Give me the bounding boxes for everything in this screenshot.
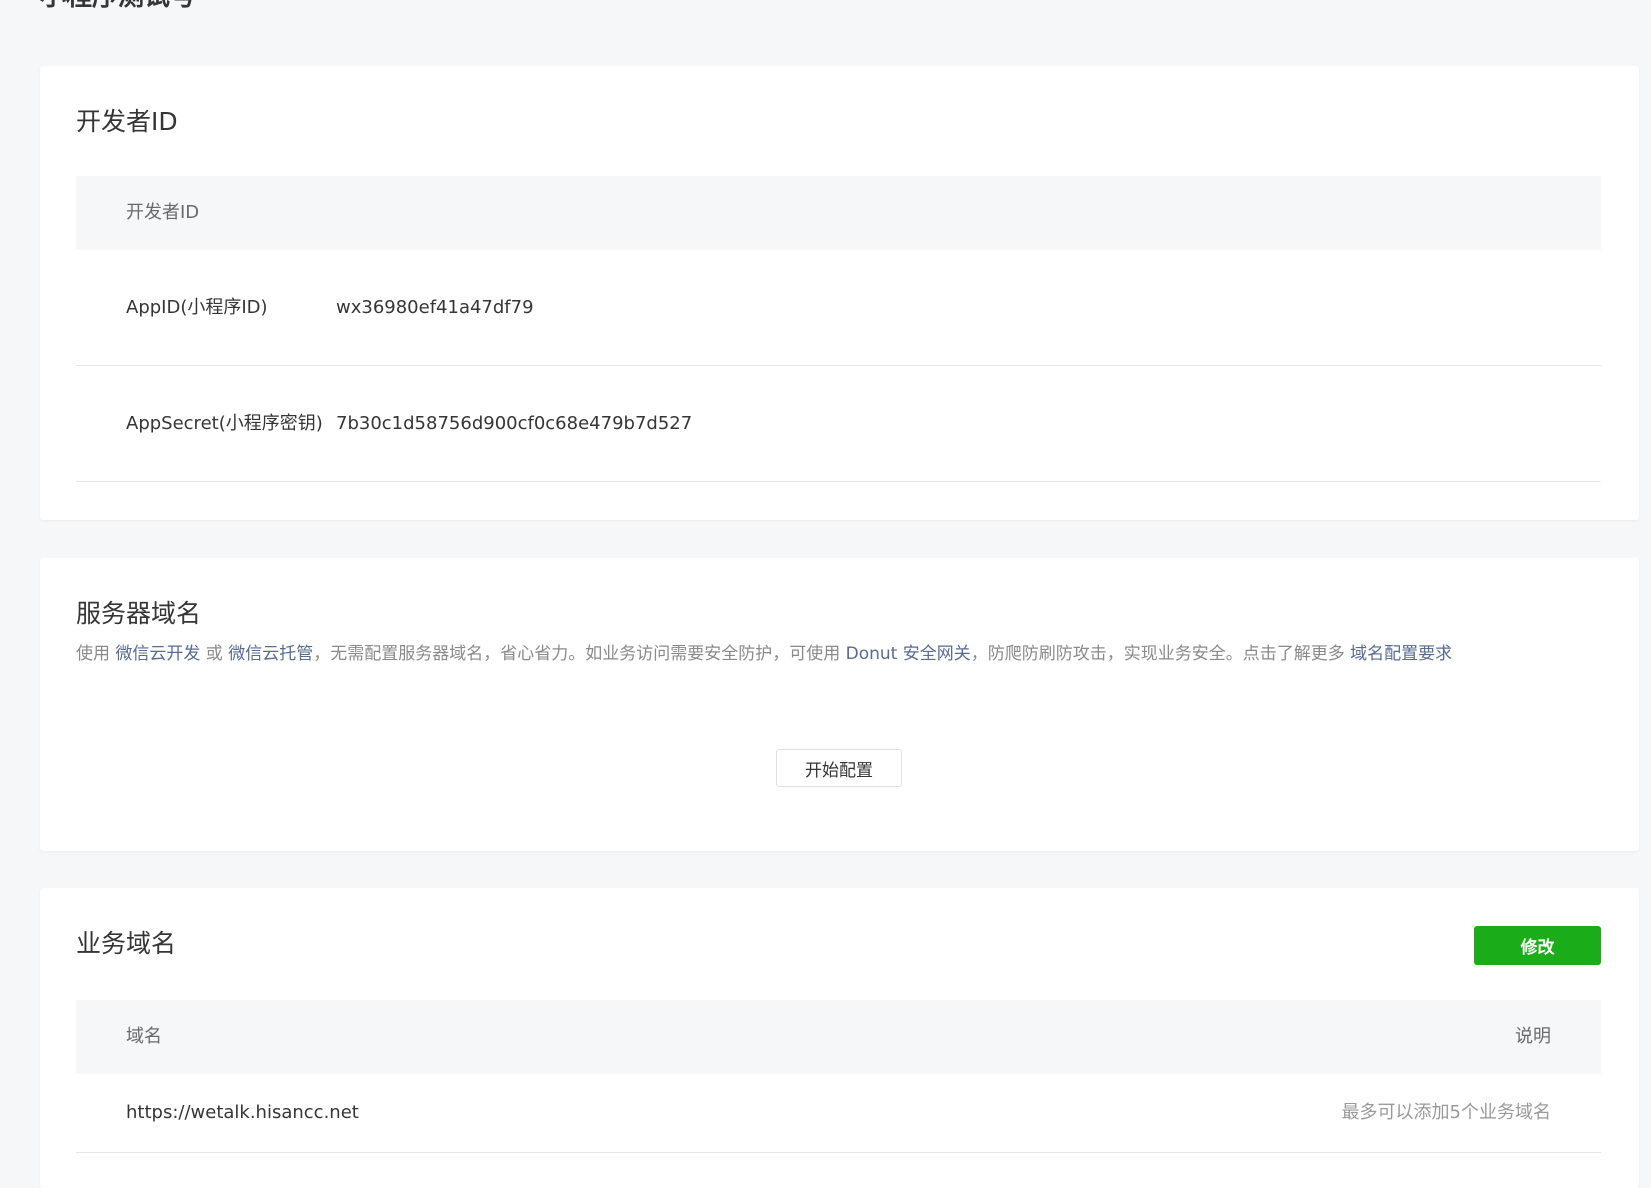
table-header: 开发者ID — [76, 176, 1601, 250]
business-domain-table: 域名 说明 https://wetalk.hisancc.net 最多可以添加5… — [76, 1000, 1601, 1153]
modify-button[interactable]: 修改 — [1474, 926, 1601, 965]
link-weixin-cloud-dev[interactable]: 微信云开发 — [115, 644, 200, 664]
domain-value: https://wetalk.hisancc.net — [126, 1102, 359, 1123]
link-donut-gateway[interactable]: Donut 安全网关 — [846, 644, 971, 664]
desc-or: 或 — [200, 644, 229, 664]
domain-note: 最多可以添加5个业务域名 — [1341, 1102, 1551, 1123]
desc-prefix: 使用 — [76, 644, 116, 664]
developer-id-table: 开发者ID AppID(小程序ID) wx36980ef41a47df79 Ap… — [76, 176, 1601, 482]
appid-label: AppID(小程序ID) — [126, 297, 268, 318]
desc-tail: ，防爬防刷防攻击，实现业务安全。点击了解更多 — [970, 644, 1351, 664]
table-header: 域名 说明 — [76, 1000, 1601, 1074]
column-header-domain: 域名 — [126, 1026, 162, 1047]
business-domain-title: 业务域名 — [76, 929, 177, 958]
server-domain-description: 使用 微信云开发 或 微信云托管，无需配置服务器域名，省心省力。如业务访问需要安… — [76, 642, 1452, 666]
link-domain-requirements[interactable]: 域名配置要求 — [1350, 644, 1452, 664]
table-header-label: 开发者ID — [126, 202, 200, 223]
link-weixin-cloud-host[interactable]: 微信云托管 — [228, 644, 313, 664]
column-header-note: 说明 — [1515, 1026, 1551, 1047]
table-row: https://wetalk.hisancc.net 最多可以添加5个业务域名 — [76, 1074, 1601, 1153]
page-title: 小程序测试号 — [40, 0, 196, 12]
appsecret-label: AppSecret(小程序密钥) — [126, 413, 323, 434]
start-config-button[interactable]: 开始配置 — [776, 749, 902, 787]
server-domain-title: 服务器域名 — [76, 599, 202, 628]
developer-id-card: 开发者ID 开发者ID AppID(小程序ID) wx36980ef41a47d… — [40, 66, 1639, 520]
desc-middle: ，无需配置服务器域名，省心省力。如业务访问需要安全防护，可使用 — [313, 644, 846, 664]
server-domain-card: 服务器域名 使用 微信云开发 或 微信云托管，无需配置服务器域名，省心省力。如业… — [40, 558, 1639, 851]
developer-id-title: 开发者ID — [76, 107, 178, 136]
business-domain-card: 业务域名 修改 域名 说明 https://wetalk.hisancc.net… — [40, 888, 1639, 1188]
table-row-appsecret: AppSecret(小程序密钥) 7b30c1d58756d900cf0c68e… — [76, 366, 1601, 482]
appsecret-value: 7b30c1d58756d900cf0c68e479b7d527 — [336, 413, 693, 434]
table-row-appid: AppID(小程序ID) wx36980ef41a47df79 — [76, 250, 1601, 366]
appid-value: wx36980ef41a47df79 — [336, 297, 534, 318]
